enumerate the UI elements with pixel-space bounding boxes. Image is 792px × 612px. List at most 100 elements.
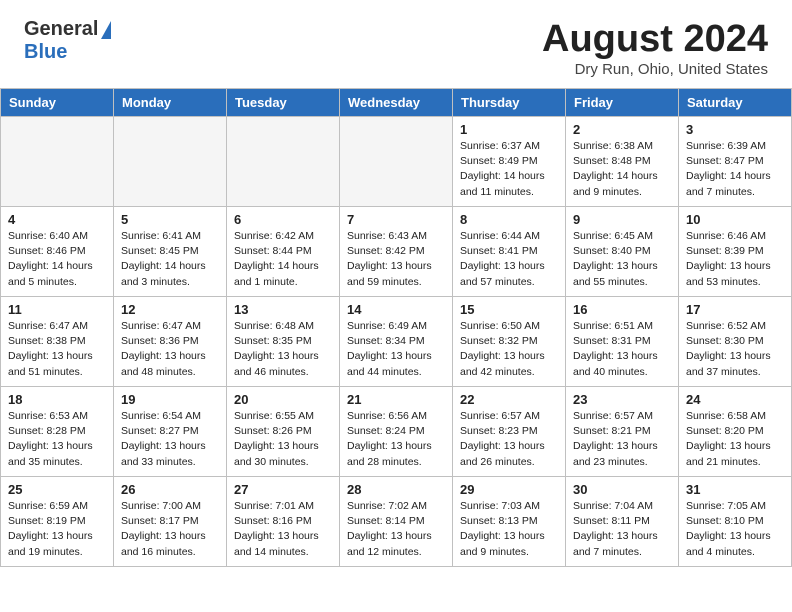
calendar-cell: 28Sunrise: 7:02 AM Sunset: 8:14 PM Dayli…	[340, 477, 453, 567]
day-number: 31	[686, 482, 784, 497]
calendar-cell: 31 Sunrise: 7:05 AM Sunset: 8:10 PM Dayli…	[679, 477, 792, 567]
calendar-header-saturday: Saturday	[679, 89, 792, 117]
calendar-header-monday: Monday	[114, 89, 227, 117]
day-number: 12	[121, 302, 219, 317]
calendar-cell: 19Sunrise: 6:54 AM Sunset: 8:27 PM Dayli…	[114, 387, 227, 477]
day-number: 15	[460, 302, 558, 317]
calendar-header-row: SundayMondayTuesdayWednesdayThursdayFrid…	[1, 89, 792, 117]
calendar-cell: 6 Sunrise: 6:42 AM Sunset: 8:44 PM Daylig…	[227, 207, 340, 297]
day-info: Sunrise: 6:50 AM Sunset: 8:32 PM Dayligh…	[460, 319, 558, 380]
day-number: 30	[573, 482, 671, 497]
logo: General Blue	[24, 18, 111, 64]
calendar-week-4: 18 Sunrise: 6:53 AM Sunset: 8:28 PM Dayli…	[1, 387, 792, 477]
calendar-cell: 1Sunrise: 6:37 AM Sunset: 8:49 PM Daylig…	[453, 117, 566, 207]
calendar-cell: 24Sunrise: 6:58 AM Sunset: 8:20 PM Dayli…	[679, 387, 792, 477]
calendar-cell: 12 Sunrise: 6:47 AM Sunset: 8:36 PM Dayli…	[114, 297, 227, 387]
day-info: Sunrise: 6:46 AM Sunset: 8:39 PM Dayligh…	[686, 229, 784, 290]
day-number: 20	[234, 392, 332, 407]
day-info: Sunrise: 6:59 AM Sunset: 8:19 PM Dayligh…	[8, 499, 106, 560]
day-number: 16	[573, 302, 671, 317]
day-info: Sunrise: 6:55 AM Sunset: 8:26 PM Dayligh…	[234, 409, 332, 470]
day-number: 29	[460, 482, 558, 497]
day-number: 2	[573, 122, 671, 137]
day-number: 21	[347, 392, 445, 407]
day-number: 5	[121, 212, 219, 227]
day-number: 8	[460, 212, 558, 227]
calendar-cell: 26 Sunrise: 7:00 AM Sunset: 8:17 PM Dayli…	[114, 477, 227, 567]
page-header: General Blue August 2024 Dry Run, Ohio, …	[0, 0, 792, 88]
calendar-cell	[227, 117, 340, 207]
day-info: Sunrise: 6:40 AM Sunset: 8:46 PM Dayligh…	[8, 229, 106, 290]
day-number: 3	[686, 122, 784, 137]
day-number: 1	[460, 122, 558, 137]
day-number: 7	[347, 212, 445, 227]
calendar-cell: 8Sunrise: 6:44 AM Sunset: 8:41 PM Daylig…	[453, 207, 566, 297]
day-info: Sunrise: 7:05 AM Sunset: 8:10 PM Dayligh…	[686, 499, 784, 560]
calendar-header-friday: Friday	[566, 89, 679, 117]
calendar-cell: 27 Sunrise: 7:01 AM Sunset: 8:16 PM Dayli…	[227, 477, 340, 567]
calendar-cell: 14Sunrise: 6:49 AM Sunset: 8:34 PM Dayli…	[340, 297, 453, 387]
calendar-header-wednesday: Wednesday	[340, 89, 453, 117]
day-info: Sunrise: 6:47 AM Sunset: 8:38 PM Dayligh…	[8, 319, 106, 380]
day-info: Sunrise: 6:56 AM Sunset: 8:24 PM Dayligh…	[347, 409, 445, 470]
day-info: Sunrise: 6:38 AM Sunset: 8:48 PM Dayligh…	[573, 139, 671, 200]
day-info: Sunrise: 6:48 AM Sunset: 8:35 PM Dayligh…	[234, 319, 332, 380]
calendar-cell	[1, 117, 114, 207]
day-number: 17	[686, 302, 784, 317]
day-number: 28	[347, 482, 445, 497]
day-info: Sunrise: 6:51 AM Sunset: 8:31 PM Dayligh…	[573, 319, 671, 380]
day-number: 23	[573, 392, 671, 407]
calendar-cell: 17 Sunrise: 6:52 AM Sunset: 8:30 PM Dayli…	[679, 297, 792, 387]
day-info: Sunrise: 6:41 AM Sunset: 8:45 PM Dayligh…	[121, 229, 219, 290]
day-info: Sunrise: 7:03 AM Sunset: 8:13 PM Dayligh…	[460, 499, 558, 560]
day-info: Sunrise: 6:52 AM Sunset: 8:30 PM Dayligh…	[686, 319, 784, 380]
logo-general: General	[24, 18, 98, 41]
calendar-week-5: 25 Sunrise: 6:59 AM Sunset: 8:19 PM Dayli…	[1, 477, 792, 567]
day-number: 25	[8, 482, 106, 497]
day-info: Sunrise: 6:45 AM Sunset: 8:40 PM Dayligh…	[573, 229, 671, 290]
day-info: Sunrise: 6:43 AM Sunset: 8:42 PM Dayligh…	[347, 229, 445, 290]
day-number: 26	[121, 482, 219, 497]
calendar-cell	[340, 117, 453, 207]
calendar-cell: 25 Sunrise: 6:59 AM Sunset: 8:19 PM Dayli…	[1, 477, 114, 567]
calendar-header-thursday: Thursday	[453, 89, 566, 117]
title-block: August 2024 Dry Run, Ohio, United States	[542, 18, 768, 78]
calendar-cell: 4 Sunrise: 6:40 AM Sunset: 8:46 PM Daylig…	[1, 207, 114, 297]
day-info: Sunrise: 6:49 AM Sunset: 8:34 PM Dayligh…	[347, 319, 445, 380]
day-number: 13	[234, 302, 332, 317]
day-info: Sunrise: 6:54 AM Sunset: 8:27 PM Dayligh…	[121, 409, 219, 470]
day-number: 9	[573, 212, 671, 227]
calendar-cell: 2 Sunrise: 6:38 AM Sunset: 8:48 PM Daylig…	[566, 117, 679, 207]
day-number: 18	[8, 392, 106, 407]
day-number: 4	[8, 212, 106, 227]
day-info: Sunrise: 6:42 AM Sunset: 8:44 PM Dayligh…	[234, 229, 332, 290]
calendar-header-sunday: Sunday	[1, 89, 114, 117]
day-info: Sunrise: 6:47 AM Sunset: 8:36 PM Dayligh…	[121, 319, 219, 380]
calendar-week-3: 11 Sunrise: 6:47 AM Sunset: 8:38 PM Dayli…	[1, 297, 792, 387]
day-info: Sunrise: 7:01 AM Sunset: 8:16 PM Dayligh…	[234, 499, 332, 560]
location: Dry Run, Ohio, United States	[542, 61, 768, 78]
day-info: Sunrise: 6:58 AM Sunset: 8:20 PM Dayligh…	[686, 409, 784, 470]
calendar-cell: 30 Sunrise: 7:04 AM Sunset: 8:11 PM Dayli…	[566, 477, 679, 567]
day-info: Sunrise: 7:04 AM Sunset: 8:11 PM Dayligh…	[573, 499, 671, 560]
calendar-cell: 18 Sunrise: 6:53 AM Sunset: 8:28 PM Dayli…	[1, 387, 114, 477]
day-number: 6	[234, 212, 332, 227]
calendar-week-2: 4 Sunrise: 6:40 AM Sunset: 8:46 PM Daylig…	[1, 207, 792, 297]
calendar-cell: 15 Sunrise: 6:50 AM Sunset: 8:32 PM Dayli…	[453, 297, 566, 387]
day-info: Sunrise: 6:57 AM Sunset: 8:23 PM Dayligh…	[460, 409, 558, 470]
calendar-cell: 9 Sunrise: 6:45 AM Sunset: 8:40 PM Daylig…	[566, 207, 679, 297]
day-number: 27	[234, 482, 332, 497]
day-info: Sunrise: 6:57 AM Sunset: 8:21 PM Dayligh…	[573, 409, 671, 470]
calendar-cell: 29 Sunrise: 7:03 AM Sunset: 8:13 PM Dayli…	[453, 477, 566, 567]
day-number: 10	[686, 212, 784, 227]
calendar-cell: 16 Sunrise: 6:51 AM Sunset: 8:31 PM Dayli…	[566, 297, 679, 387]
logo-triangle-icon	[101, 21, 111, 39]
calendar-cell: 10 Sunrise: 6:46 AM Sunset: 8:39 PM Dayli…	[679, 207, 792, 297]
day-info: Sunrise: 7:00 AM Sunset: 8:17 PM Dayligh…	[121, 499, 219, 560]
calendar-header-tuesday: Tuesday	[227, 89, 340, 117]
day-number: 22	[460, 392, 558, 407]
day-info: Sunrise: 6:53 AM Sunset: 8:28 PM Dayligh…	[8, 409, 106, 470]
calendar-cell: 3Sunrise: 6:39 AM Sunset: 8:47 PM Daylig…	[679, 117, 792, 207]
calendar-week-1: 1Sunrise: 6:37 AM Sunset: 8:49 PM Daylig…	[1, 117, 792, 207]
day-number: 11	[8, 302, 106, 317]
